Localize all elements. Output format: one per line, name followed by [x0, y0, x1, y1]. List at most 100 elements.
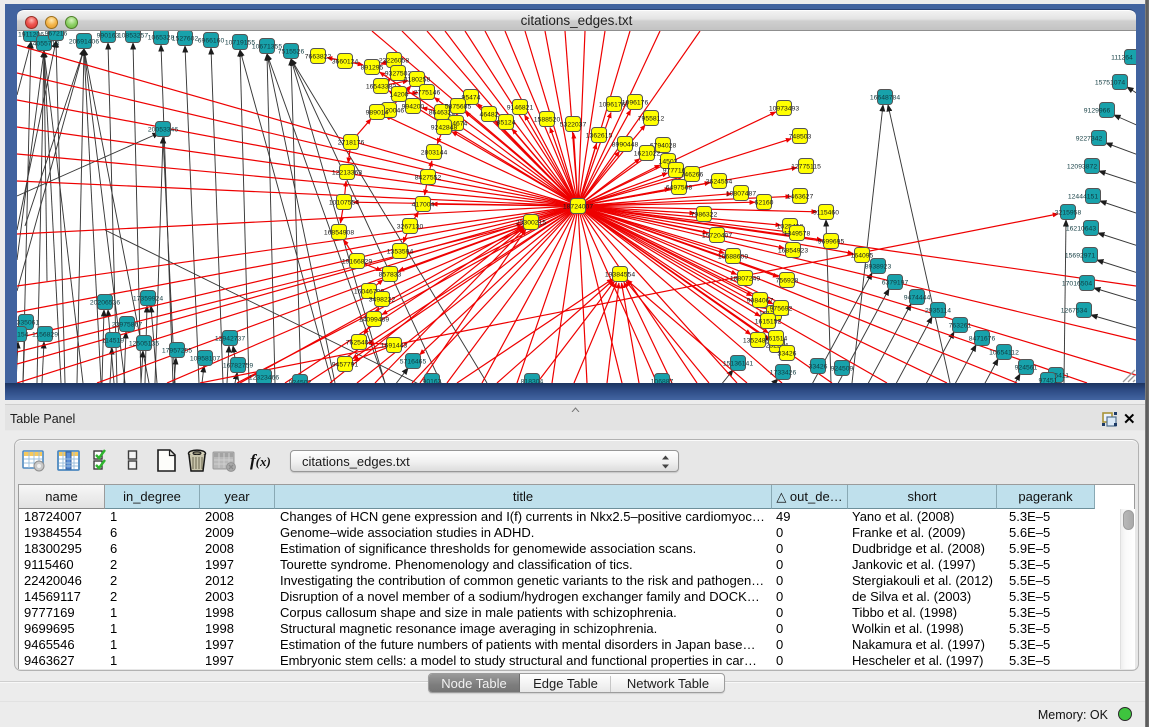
- svg-text:6379197: 6379197: [882, 280, 909, 287]
- svg-text:18807249: 18807249: [730, 276, 760, 283]
- svg-text:164095: 164095: [851, 253, 874, 260]
- svg-text:9115460: 9115460: [813, 210, 839, 217]
- svg-text:1588520: 1588520: [534, 117, 561, 124]
- svg-text:12505135: 12505135: [129, 341, 159, 348]
- svg-text:1362615: 1362615: [586, 133, 613, 140]
- svg-text:756928: 756928: [776, 278, 799, 285]
- svg-text:15136141: 15136141: [723, 361, 753, 368]
- svg-text:6966160: 6966160: [198, 38, 225, 45]
- svg-text:17957255: 17957255: [162, 348, 192, 355]
- svg-text:33426: 33426: [809, 364, 828, 371]
- svg-text:10719155: 10719155: [225, 40, 255, 47]
- svg-text:924561: 924561: [1015, 365, 1038, 372]
- svg-text:18724007: 18724007: [563, 204, 593, 211]
- svg-text:8427552: 8427552: [415, 175, 442, 182]
- svg-text:2718176: 2718176: [338, 140, 365, 147]
- svg-text:15720407: 15720407: [702, 233, 732, 240]
- svg-text:763261: 763261: [949, 323, 972, 330]
- svg-text:85124: 85124: [497, 120, 516, 127]
- svg-text:12444151: 12444151: [1068, 194, 1098, 201]
- svg-text:2803144: 2803144: [421, 150, 448, 157]
- svg-text:10107554: 10107554: [329, 200, 359, 207]
- svg-text:7625402: 7625402: [346, 340, 373, 347]
- svg-text:975692: 975692: [770, 306, 793, 313]
- svg-text:114519: 114519: [102, 338, 124, 345]
- svg-text:3624554: 3624554: [706, 179, 733, 186]
- svg-text:111264: 111264: [1111, 55, 1133, 62]
- svg-text:1527602: 1527602: [172, 36, 199, 43]
- svg-text:16648784: 16648784: [870, 95, 900, 102]
- svg-text:106887: 106887: [651, 379, 674, 384]
- svg-text:1353594: 1353594: [387, 249, 414, 256]
- svg-text:5716465: 5716465: [400, 359, 427, 366]
- svg-text:9474444: 9474444: [904, 295, 931, 302]
- svg-text:818304: 818304: [521, 379, 544, 384]
- svg-text:6497568: 6497568: [666, 185, 693, 192]
- svg-text:17016504: 17016504: [1062, 281, 1092, 288]
- svg-text:14099489: 14099489: [359, 317, 389, 324]
- svg-text:7986322: 7986322: [691, 212, 718, 219]
- svg-text:12775115: 12775115: [791, 164, 821, 171]
- svg-text:23300215: 23300215: [516, 220, 546, 227]
- svg-text:39154: 39154: [17, 332, 29, 339]
- svg-text:12093872: 12093872: [1067, 164, 1097, 171]
- svg-text:967216: 967216: [45, 31, 68, 38]
- svg-text:857833: 857833: [379, 272, 402, 279]
- svg-text:1335061: 1335061: [17, 320, 39, 327]
- svg-text:3267130: 3267130: [397, 224, 424, 231]
- svg-text:1615152: 1615152: [755, 319, 782, 326]
- svg-text:8471676: 8471676: [969, 336, 996, 343]
- svg-text:1096176: 1096176: [622, 100, 649, 107]
- svg-text:12213363: 12213363: [332, 170, 362, 177]
- svg-text:924502: 924502: [289, 380, 312, 384]
- svg-text:12323466: 12323466: [249, 375, 279, 382]
- svg-text:9146821: 9146821: [507, 105, 534, 112]
- svg-text:14055713: 14055713: [29, 41, 59, 48]
- svg-text:97451: 97451: [1039, 378, 1058, 384]
- svg-text:16854923: 16854923: [778, 248, 808, 255]
- svg-text:7663822: 7663822: [305, 54, 332, 61]
- svg-text:746266: 746266: [681, 172, 704, 179]
- svg-text:10654112: 10654112: [989, 350, 1019, 357]
- svg-text:1463627: 1463627: [787, 194, 814, 201]
- svg-text:20206536: 20206536: [90, 300, 120, 307]
- svg-text:7955812: 7955812: [638, 116, 665, 123]
- svg-text:1691443: 1691443: [381, 343, 408, 350]
- svg-text:16210643: 16210643: [1066, 226, 1096, 233]
- svg-text:3660124: 3660124: [332, 59, 359, 66]
- svg-text:990163: 990163: [97, 33, 120, 40]
- svg-text:5322037: 5322037: [560, 122, 587, 129]
- svg-text:3180258: 3180258: [404, 77, 431, 84]
- svg-text:19384554: 19384554: [605, 272, 635, 279]
- svg-text:23226058: 23226058: [379, 58, 409, 65]
- svg-text:7515526: 7515526: [278, 49, 305, 56]
- svg-text:90163: 90163: [423, 379, 442, 384]
- svg-text:1065328: 1065328: [148, 35, 175, 42]
- svg-text:1156829: 1156829: [32, 332, 58, 339]
- svg-text:9227342: 9227342: [1076, 136, 1103, 143]
- svg-text:924509: 924509: [831, 366, 854, 373]
- svg-text:5875685: 5875685: [445, 104, 472, 111]
- svg-text:3498222: 3498222: [369, 297, 396, 304]
- svg-text:19166829: 19166829: [342, 259, 372, 266]
- svg-text:1621022: 1621022: [634, 151, 661, 158]
- svg-text:9242848: 9242848: [431, 125, 458, 132]
- svg-text:9084067: 9084067: [747, 298, 774, 305]
- svg-text:1733426: 1733426: [770, 370, 797, 377]
- svg-text:2935114: 2935114: [925, 308, 951, 315]
- svg-text:62160: 62160: [755, 200, 774, 207]
- svg-text:989014: 989014: [366, 110, 389, 117]
- svg-text:15692971: 15692971: [1065, 253, 1095, 260]
- svg-text:15751074: 15751074: [1095, 80, 1125, 87]
- svg-text:9129966: 9129966: [1084, 108, 1111, 115]
- svg-text:161514: 161514: [765, 336, 788, 343]
- svg-text:33426: 33426: [778, 351, 797, 358]
- svg-text:1349578: 1349578: [784, 231, 811, 238]
- svg-text:17359924: 17359924: [133, 296, 163, 303]
- svg-text:10807487: 10807487: [726, 191, 756, 198]
- svg-text:10958107: 10958107: [190, 356, 220, 363]
- svg-text:1267534: 1267534: [1061, 308, 1088, 315]
- svg-text:9699695: 9699695: [818, 239, 845, 246]
- svg-text:891295: 891295: [361, 65, 384, 72]
- svg-text:14200: 14200: [390, 92, 409, 99]
